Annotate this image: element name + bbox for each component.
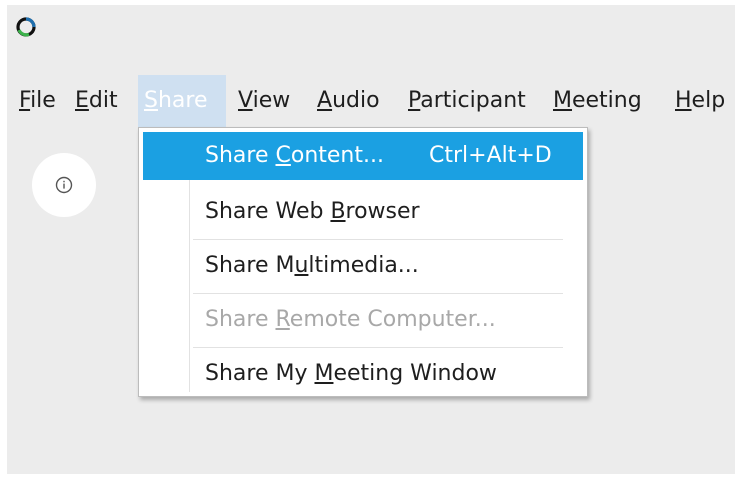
menu-separator — [193, 239, 563, 240]
share-multimedia-item[interactable]: Share Multimedia... — [143, 242, 583, 290]
menu-help[interactable]: Help — [669, 75, 731, 127]
share-dropdown-menu: Share Content... Ctrl+Alt+D Share Web Br… — [138, 127, 588, 397]
share-web-browser-item[interactable]: Share Web Browser — [143, 188, 583, 236]
circle-logo-icon — [16, 17, 36, 37]
app-window: File Edit Share View Audio Participant M… — [7, 5, 735, 474]
menu-view[interactable]: View — [232, 75, 296, 127]
menu-audio[interactable]: Audio — [311, 75, 386, 127]
share-remote-computer-item: Share Remote Computer... — [205, 307, 496, 332]
menu-separator — [193, 293, 563, 294]
menu-file[interactable]: File — [13, 75, 62, 127]
menu-share[interactable]: Share — [138, 75, 226, 127]
share-content-item[interactable]: Share Content... Ctrl+Alt+D — [143, 132, 583, 180]
shortcut-label: Ctrl+Alt+D — [429, 143, 552, 168]
menu-meeting[interactable]: Meeting — [547, 75, 648, 127]
menu-participant[interactable]: Participant — [402, 75, 532, 127]
info-icon — [55, 176, 73, 194]
menu-separator — [193, 347, 563, 348]
menu-bar: File Edit Share View Audio Participant M… — [7, 75, 735, 127]
info-button[interactable] — [32, 153, 96, 217]
menu-edit[interactable]: Edit — [69, 75, 124, 127]
share-my-meeting-window-item[interactable]: Share My Meeting Window — [143, 350, 583, 398]
